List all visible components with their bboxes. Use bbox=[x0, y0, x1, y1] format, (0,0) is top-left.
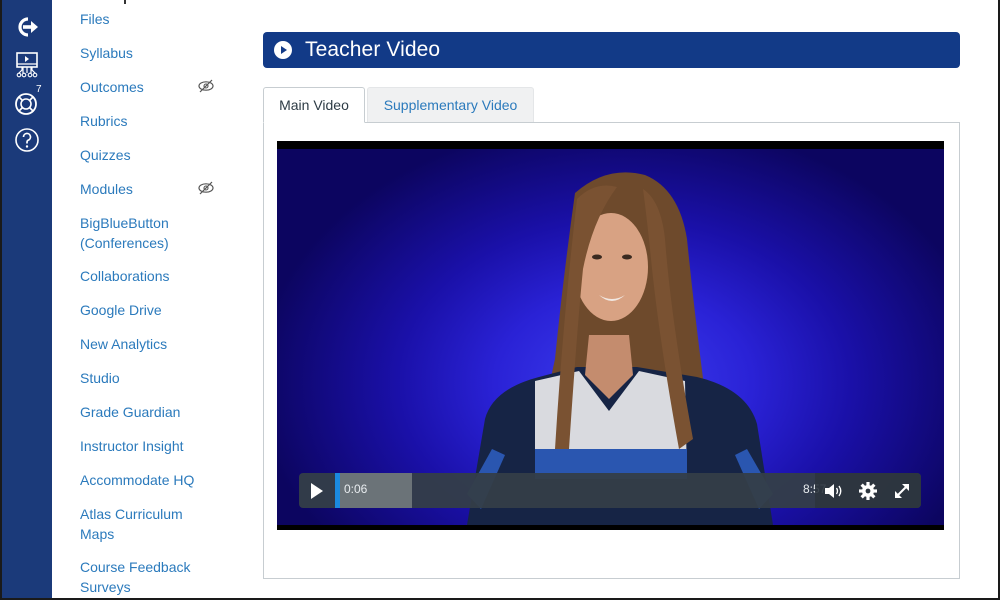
course-nav-atlas-curriculum-maps[interactable]: Atlas Curriculum Maps bbox=[80, 505, 200, 544]
video-presentation-icon bbox=[16, 52, 38, 78]
seek-bar[interactable]: 0:06 8:57 bbox=[335, 473, 826, 508]
video-speaker-image bbox=[467, 172, 773, 525]
video-frame[interactable] bbox=[277, 149, 944, 525]
course-nav-files[interactable]: Files bbox=[80, 10, 250, 30]
fullscreen-button[interactable] bbox=[885, 473, 919, 508]
logout-icon bbox=[18, 17, 38, 37]
course-nav-course-feedback-surveys[interactable]: Course Feedback Surveys bbox=[80, 558, 200, 597]
eye-slash-icon bbox=[198, 79, 214, 93]
course-nav-rubrics[interactable]: Rubrics bbox=[80, 112, 250, 132]
video-player[interactable]: 0:06 8:57 bbox=[277, 141, 944, 530]
tab-main-video[interactable]: Main Video bbox=[263, 87, 365, 123]
volume-button[interactable] bbox=[817, 473, 851, 508]
notification-count-badge: 7 bbox=[36, 84, 42, 95]
play-circle-icon bbox=[274, 41, 292, 59]
app-window: 7 Files Syllabus Outcomes Rubrics Quizze… bbox=[0, 0, 1000, 600]
play-button[interactable] bbox=[299, 473, 335, 508]
studio-nav-button[interactable] bbox=[2, 48, 52, 82]
section-banner: Teacher Video bbox=[263, 32, 960, 68]
course-nav-collaborations[interactable]: Collaborations bbox=[80, 267, 250, 287]
main-content: Teacher Video Main Video Supplementary V… bbox=[252, 0, 998, 598]
settings-button[interactable] bbox=[851, 473, 885, 508]
player-controls: 0:06 8:57 bbox=[299, 473, 921, 508]
course-nav-grade-guardian[interactable]: Grade Guardian bbox=[80, 403, 250, 423]
course-nav-accommodate-hq[interactable]: Accommodate HQ bbox=[80, 471, 250, 491]
tab-supplementary-video[interactable]: Supplementary Video bbox=[367, 87, 534, 122]
eye-slash-icon bbox=[198, 181, 214, 195]
gear-icon bbox=[859, 481, 877, 500]
course-nav: Files Syllabus Outcomes Rubrics Quizzes … bbox=[52, 0, 252, 598]
play-icon bbox=[311, 482, 323, 499]
tab-panel: 0:06 8:57 bbox=[263, 122, 960, 579]
course-nav-new-analytics[interactable]: New Analytics bbox=[80, 335, 250, 355]
course-nav-instructor-insight[interactable]: Instructor Insight bbox=[80, 437, 250, 457]
section-title: Teacher Video bbox=[305, 38, 441, 61]
course-nav-outcomes[interactable]: Outcomes bbox=[80, 78, 250, 98]
help-circle-icon bbox=[15, 128, 39, 152]
course-nav-syllabus[interactable]: Syllabus bbox=[80, 44, 250, 64]
logout-button[interactable] bbox=[2, 10, 52, 44]
course-nav-studio[interactable]: Studio bbox=[80, 369, 250, 389]
global-nav: 7 bbox=[2, 0, 52, 598]
player-right-controls bbox=[815, 473, 921, 508]
played-progress bbox=[335, 473, 340, 508]
fullscreen-icon bbox=[895, 483, 909, 498]
lifebuoy-nav-button[interactable]: 7 bbox=[2, 84, 52, 120]
current-time: 0:06 bbox=[344, 482, 368, 496]
course-nav-quizzes[interactable]: Quizzes bbox=[80, 146, 250, 166]
course-nav-google-drive[interactable]: Google Drive bbox=[80, 301, 250, 321]
scroll-cutoff-mark bbox=[124, 0, 126, 4]
volume-icon bbox=[825, 483, 842, 498]
help-nav-button[interactable] bbox=[2, 123, 52, 157]
course-nav-modules[interactable]: Modules bbox=[80, 180, 250, 200]
course-nav-bigbluebutton[interactable]: BigBlueButton (Conferences) bbox=[80, 214, 200, 253]
